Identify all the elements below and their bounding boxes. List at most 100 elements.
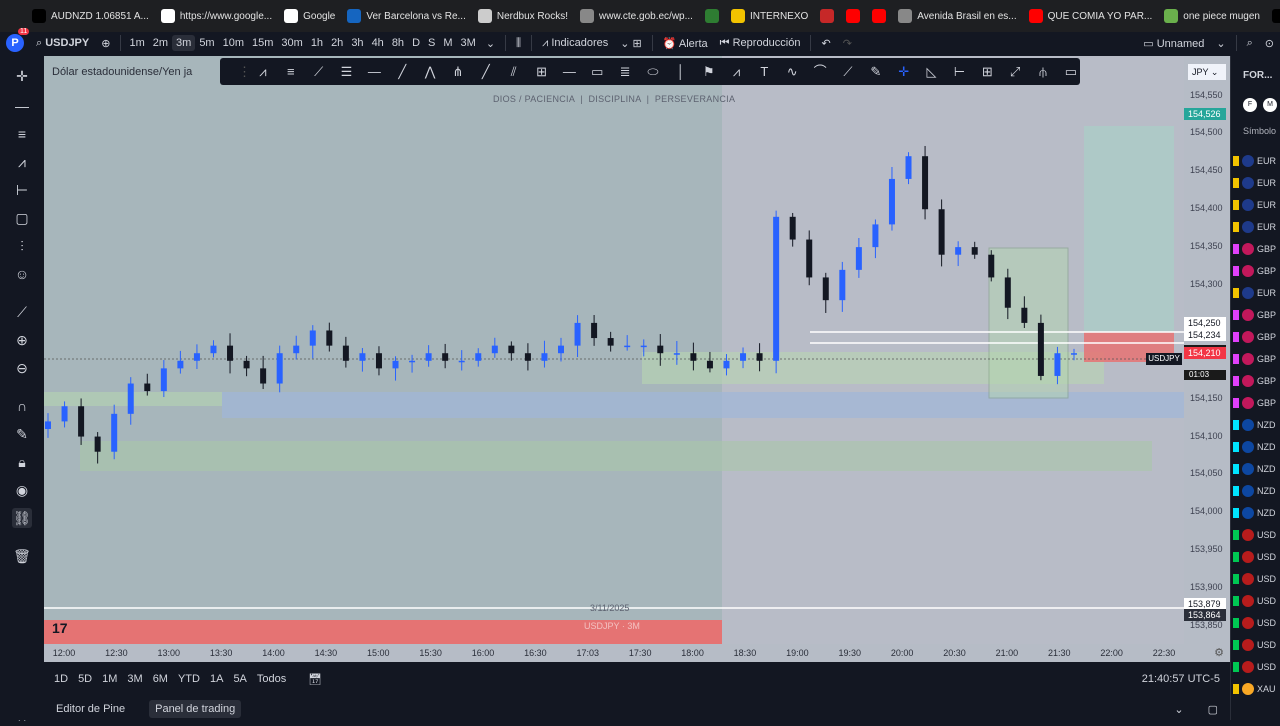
panel-tab-trading[interactable]: Panel de trading xyxy=(149,700,242,718)
pencil-lock-icon[interactable]: ✎ xyxy=(12,424,32,444)
axis-settings-icon[interactable]: ⚙︎ xyxy=(1214,646,1224,659)
demand-zone-box[interactable] xyxy=(80,441,1152,471)
watchlist-row[interactable]: GBP xyxy=(1233,392,1280,414)
gann-box-icon[interactable]: ⊞ xyxy=(978,63,996,81)
flag-icon[interactable]: ⚑ xyxy=(700,63,718,81)
panel-tab-pine-editor[interactable]: Editor de Pine xyxy=(56,703,125,715)
measure-icon[interactable]: ⊢ xyxy=(12,180,32,200)
vline-icon[interactable]: │ xyxy=(672,63,690,81)
bookmark-item[interactable]: INTERNEXO xyxy=(730,9,808,23)
bookmark-item[interactable]: Ver Barcelona vs Re... xyxy=(347,9,466,23)
eye-icon[interactable]: ◉ xyxy=(12,480,32,500)
hline-icon[interactable]: — xyxy=(560,63,578,81)
bookmark-item[interactable]: Avenida Brasil en es... xyxy=(898,9,1017,23)
market-icon[interactable]: M xyxy=(1263,98,1277,112)
range-ytd[interactable]: YTD xyxy=(178,673,200,685)
symbol-search[interactable]: ⌕ USDJPY xyxy=(30,35,95,52)
line-icon[interactable]: ╱ xyxy=(477,63,495,81)
minimize-icon[interactable]: ⌄ xyxy=(1174,703,1183,716)
watchlist-row[interactable]: GBP xyxy=(1233,326,1280,348)
trendline-icon[interactable]: — xyxy=(12,96,32,116)
alert-button[interactable]: ⏰ Alerta xyxy=(657,35,714,52)
interval-3m[interactable]: 3m xyxy=(172,35,196,51)
watchlist-row[interactable]: USD xyxy=(1233,546,1280,568)
watchlist-row[interactable]: GBP xyxy=(1233,348,1280,370)
time-axis[interactable]: 12:00 12:30 13:00 13:30 14:00 14:30 15:00 15:30… xyxy=(44,644,1224,662)
watchlist-row[interactable]: USD xyxy=(1233,524,1280,546)
indicators-button[interactable]: ⩘ Indicadores xyxy=(536,35,614,52)
interval-30m[interactable]: 30m xyxy=(277,35,306,51)
interval-3M[interactable]: 3M xyxy=(457,35,480,51)
price-range-icon[interactable]: ⫛ xyxy=(1034,63,1052,81)
brush-icon[interactable]: ∿ xyxy=(783,63,801,81)
interval-D[interactable]: D xyxy=(408,35,424,51)
bookmark-item[interactable] xyxy=(820,9,835,23)
watchlist-row[interactable]: EUR xyxy=(1233,216,1280,238)
interval-1h[interactable]: 1h xyxy=(307,35,327,51)
range-3m[interactable]: 3M xyxy=(127,673,142,685)
magnet-icon[interactable]: ∩ xyxy=(12,396,32,416)
grid-icon[interactable]: ⊞ xyxy=(533,63,551,81)
profile-avatar[interactable]: P 11 xyxy=(0,28,30,54)
bookmark-item[interactable]: Descargar Musica d... xyxy=(1272,9,1280,23)
range-1m[interactable]: 1M xyxy=(102,673,117,685)
triangle-icon[interactable]: ◺ xyxy=(923,63,941,81)
bookmark-item[interactable]: AUDNZD 1.06851 A... xyxy=(32,9,149,23)
watchlist-row[interactable]: NZD xyxy=(1233,436,1280,458)
position-target-zone[interactable] xyxy=(1084,126,1174,332)
arc-icon[interactable]: ⌒ xyxy=(811,63,829,81)
text-icon[interactable]: T xyxy=(755,63,773,81)
currency-select[interactable]: JPY ⌄ xyxy=(1188,64,1226,80)
comment-icon[interactable]: ▭ xyxy=(1062,63,1080,81)
drag-handle-icon[interactable]: ⋮ xyxy=(238,63,251,81)
watchlist-row[interactable]: XAU xyxy=(1233,678,1280,700)
ruler-icon[interactable]: ⟋ xyxy=(12,302,32,322)
layout-button[interactable]: ▭ Unnamed xyxy=(1137,35,1210,52)
watchlist-row[interactable]: GBP xyxy=(1233,304,1280,326)
watchlist-row[interactable]: USD xyxy=(1233,656,1280,678)
watchlist-row[interactable]: EUR xyxy=(1233,282,1280,304)
goto-date-icon[interactable]: 📅︎ xyxy=(308,673,322,686)
snapshot-icon[interactable]: ⊙ xyxy=(1259,35,1280,52)
replay-button[interactable]: ⏮ Reproducción xyxy=(714,35,807,52)
highlighter-icon[interactable]: ⟋ xyxy=(839,63,857,81)
interval-5m[interactable]: 5m xyxy=(195,35,218,51)
interval-8h[interactable]: 8h xyxy=(388,35,408,51)
price-axis[interactable]: JPY ⌄ 154,550 154,500 154,450 154,400 154,35… xyxy=(1184,56,1230,662)
watchlist-row[interactable]: USD xyxy=(1233,612,1280,634)
interval-4h[interactable]: 4h xyxy=(368,35,388,51)
range-todos[interactable]: Todos xyxy=(257,673,286,685)
filter-icon[interactable]: F xyxy=(1243,98,1257,112)
chart-pane[interactable]: Dólar estadounidense/Yen ja DIOS / PACIE… xyxy=(44,56,1184,662)
lock-icon[interactable]: 🔒︎ xyxy=(12,452,32,472)
range-1a[interactable]: 1A xyxy=(210,673,223,685)
layout-dropdown-icon[interactable]: ⌄ xyxy=(1210,35,1231,52)
path-icon[interactable]: ⩘ xyxy=(728,63,746,81)
trash-icon[interactable]: 🗑︎ xyxy=(12,546,32,566)
ray-icon[interactable]: ⟋ xyxy=(310,63,328,81)
interval-2h[interactable]: 2h xyxy=(327,35,347,51)
interval-2m[interactable]: 2m xyxy=(149,35,172,51)
bookmark-item[interactable] xyxy=(704,9,719,23)
price-chart[interactable] xyxy=(44,56,1184,662)
watchlist-header[interactable]: FOR... xyxy=(1243,70,1272,81)
pitchfork-icon[interactable]: ⋔ xyxy=(449,63,467,81)
watchlist-row[interactable]: USD xyxy=(1233,568,1280,590)
interval-15m[interactable]: 15m xyxy=(248,35,277,51)
range-6m[interactable]: 6M xyxy=(153,673,168,685)
bookmark-item[interactable] xyxy=(846,9,861,23)
interval-3h[interactable]: 3h xyxy=(347,35,367,51)
bookmark-item[interactable]: Nerdbux Rocks! xyxy=(477,9,568,23)
watchlist-row[interactable]: NZD xyxy=(1233,414,1280,436)
zoom-in-icon[interactable]: ⊕ xyxy=(12,330,32,350)
link-icon[interactable]: ⛓︎ xyxy=(12,508,32,528)
bookmark-item[interactable]: Google xyxy=(284,9,335,23)
watchlist-row[interactable]: NZD xyxy=(1233,458,1280,480)
wave-icon[interactable]: ⩘ xyxy=(254,63,272,81)
shape-icon[interactable]: ▢ xyxy=(12,208,32,228)
compare-add-icon[interactable]: ⊕ xyxy=(95,35,116,52)
interval-M[interactable]: M xyxy=(439,35,456,51)
watchlist-row[interactable]: GBP xyxy=(1233,370,1280,392)
bookmark-item[interactable]: QUE COMIA YO PAR... xyxy=(1028,9,1152,23)
bookmark-item[interactable]: https://www.google... xyxy=(160,9,272,23)
